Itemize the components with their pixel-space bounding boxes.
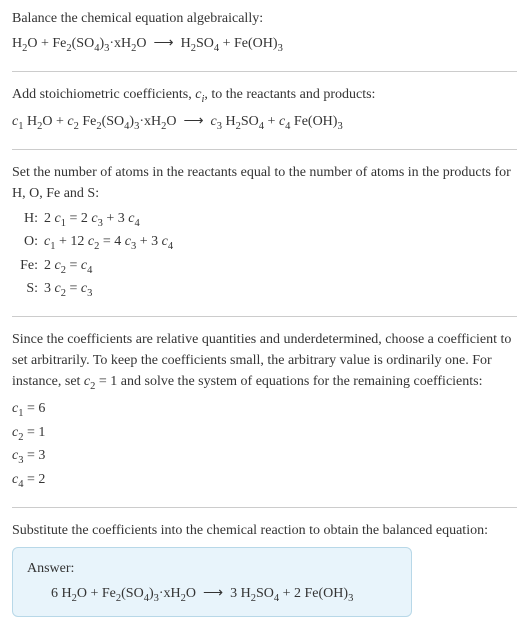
- list-item: c3 = 3: [12, 445, 517, 469]
- table-row: H: 2 c1 = 2 c3 + 3 c4: [16, 208, 517, 232]
- divider: [12, 507, 517, 508]
- intro-equation: H2O + Fe2(SO4)3·xH2O ⟶ H2SO4 + Fe(OH)3: [12, 33, 517, 57]
- table-row: Fe: 2 c2 = c4: [16, 255, 517, 279]
- element-equation: 2 c2 = c4: [44, 255, 517, 279]
- atom-balance-table: H: 2 c1 = 2 c3 + 3 c4 O: c1 + 12 c2 = 4 …: [16, 208, 517, 302]
- divider: [12, 71, 517, 72]
- divider: [12, 316, 517, 317]
- step3-text: Since the coefficients are relative quan…: [12, 329, 517, 395]
- answer-equation: 6 H2O + Fe2(SO4)3·xH2O ⟶ 3 H2SO4 + 2 Fe(…: [27, 583, 397, 607]
- element-label: S:: [16, 278, 44, 299]
- step4-text: Substitute the coefficients into the che…: [12, 520, 517, 541]
- list-item: c4 = 2: [12, 469, 517, 493]
- intro-text: Balance the chemical equation algebraica…: [12, 8, 517, 29]
- element-equation: 3 c2 = c3: [44, 278, 517, 302]
- element-equation: c1 + 12 c2 = 4 c3 + 3 c4: [44, 231, 517, 255]
- list-item: c1 = 6: [12, 398, 517, 422]
- element-label: O:: [16, 231, 44, 252]
- table-row: O: c1 + 12 c2 = 4 c3 + 3 c4: [16, 231, 517, 255]
- step4-section: Substitute the coefficients into the che…: [12, 520, 517, 618]
- list-item: c2 = 1: [12, 422, 517, 446]
- step1-equation: c1 H2O + c2 Fe2(SO4)3·xH2O ⟶ c3 H2SO4 + …: [12, 111, 517, 135]
- step1-text: Add stoichiometric coefficients, ci, to …: [12, 84, 517, 108]
- answer-label: Answer:: [27, 558, 397, 579]
- divider: [12, 149, 517, 150]
- coefficient-list: c1 = 6 c2 = 1 c3 = 3 c4 = 2: [12, 398, 517, 492]
- step2-section: Set the number of atoms in the reactants…: [12, 162, 517, 302]
- intro-section: Balance the chemical equation algebraica…: [12, 8, 517, 57]
- step3-section: Since the coefficients are relative quan…: [12, 329, 517, 493]
- element-label: Fe:: [16, 255, 44, 276]
- element-label: H:: [16, 208, 44, 229]
- table-row: S: 3 c2 = c3: [16, 278, 517, 302]
- step1-section: Add stoichiometric coefficients, ci, to …: [12, 84, 517, 135]
- element-equation: 2 c1 = 2 c3 + 3 c4: [44, 208, 517, 232]
- step1-text-before: Add stoichiometric coefficients,: [12, 87, 195, 102]
- answer-box: Answer: 6 H2O + Fe2(SO4)3·xH2O ⟶ 3 H2SO4…: [12, 547, 412, 618]
- step2-text: Set the number of atoms in the reactants…: [12, 162, 517, 204]
- step1-text-after: , to the reactants and products:: [204, 87, 375, 102]
